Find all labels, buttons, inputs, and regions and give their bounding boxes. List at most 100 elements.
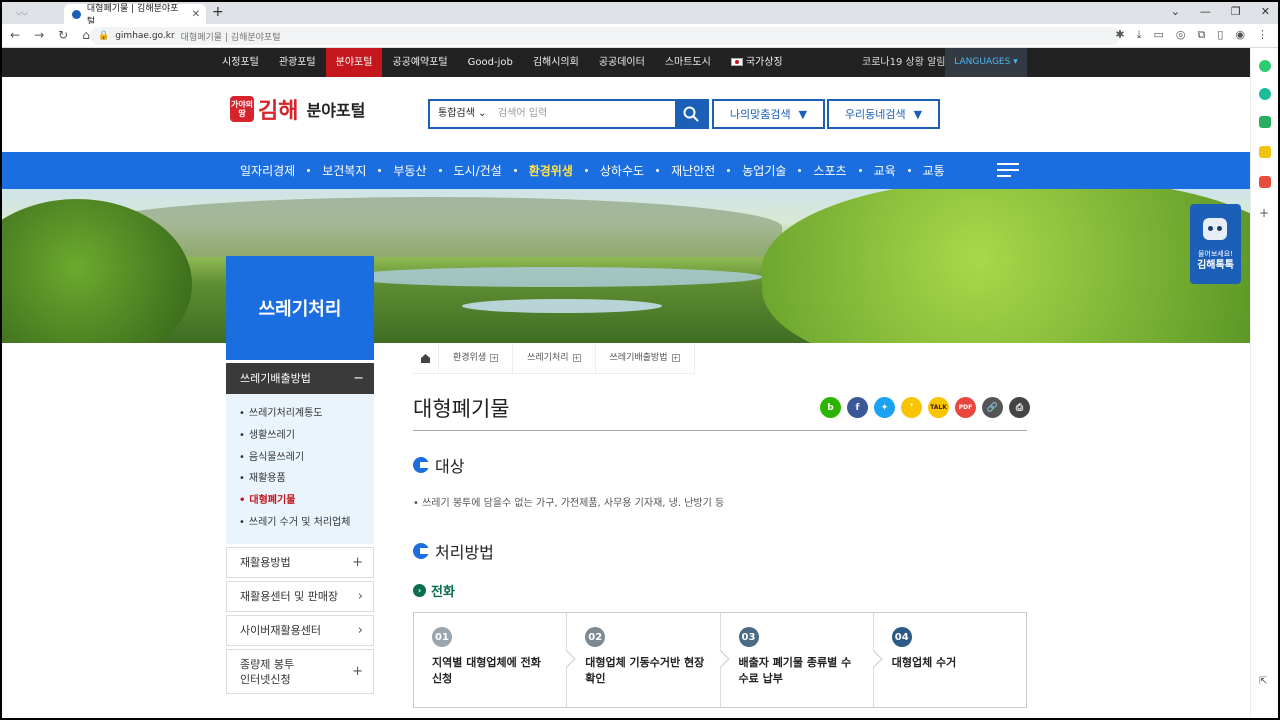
main-menu-item[interactable]: 스포츠 [813,162,846,179]
main-menu-item[interactable]: 상하수도 [600,162,644,179]
logo-city: 김해 [258,99,299,124]
sidebar-toggle-icon[interactable]: ▯ [1217,28,1223,42]
address-bar: ← → ↻ ⌂ 🔒 gimhae.go.kr 대형폐기물 | 김해분야포털 ✱ … [2,24,1278,48]
languages-dropdown[interactable]: LANGUAGES ▾ [945,48,1027,77]
blog-share-icon[interactable]: b [820,397,841,418]
kakaotalk-share-icon[interactable]: TALK [928,397,949,418]
search-scope-select[interactable]: 통합검색 ⌄ [430,101,498,127]
process-steps: 01 지역별 대형업체에 전화 신청 02 대형업체 기동수거반 현장 확인 03 배출자… [413,612,1027,708]
main-menu-item[interactable]: 환경위생 [529,162,573,179]
close-window-button[interactable]: ✕ [1261,5,1270,18]
side-app-icon[interactable] [1259,60,1271,72]
sidebar-subitem[interactable]: 재활용품 [239,469,374,491]
sidebar-item[interactable]: 재활용방법 + [226,547,374,578]
new-tab-button[interactable]: + [212,4,224,20]
sidebar-item[interactable]: 사이버재활용센터 › [226,615,374,646]
pdf-share-icon[interactable]: PDF [955,397,976,418]
topnav-link[interactable]: 스마트도시 [655,48,721,77]
sidebar-subitem[interactable]: 대형폐기물 [239,491,374,513]
side-app-icon[interactable] [1259,146,1271,158]
site-logo[interactable]: 가야의 땅 김해 분야포털 [230,93,365,125]
chevron-right-icon: › [357,589,363,604]
covid-notice-link[interactable]: 코로나19 상황 알림 [862,48,945,77]
main-menu-item[interactable]: 교육 [874,162,896,179]
search-button[interactable] [675,101,707,127]
topnav-link[interactable]: 분야포털 [325,48,383,77]
sidebar-subitem[interactable]: 음식물쓰레기 [239,448,374,470]
breadcrumb-item[interactable]: 쓰레기배출방법 + [596,342,695,374]
section-heading-target: 대상 [413,453,464,477]
topnav-link[interactable]: Good-job [458,48,523,77]
caret-down-icon: ▼ [913,107,923,121]
twitter-share-icon[interactable]: ✦ [874,397,895,418]
sidebar-section-open[interactable]: 쓰레기배출방법 − [226,363,374,394]
breadcrumb-item[interactable]: 쓰레기처리 + [513,342,596,374]
reload-icon[interactable]: ↻ [58,28,68,42]
restore-button[interactable]: ❐ [1231,5,1241,18]
topnav-link[interactable]: 공공데이터 [589,48,655,77]
screenshot-icon[interactable]: ◎ [1176,28,1186,42]
town-search-button[interactable]: 우리동네검색 ▼ [827,99,940,129]
side-add-icon[interactable]: + [1259,206,1271,220]
puzzle-icon[interactable]: ⧉ [1197,28,1205,42]
topnav-link[interactable]: 관광포털 [269,48,326,77]
share-icons: b f ✦ ❜ TALK PDF 🔗 ⎙ [820,397,1030,418]
download-icon[interactable]: ⤓ [1137,28,1142,42]
menu-icon[interactable]: ⋮ [1257,28,1268,42]
back-icon[interactable]: ← [10,28,20,42]
target-description: • 쓰레기 봉투에 담을수 없는 가구, 가전제품, 사무용 기자재, 냉. 난… [413,498,725,509]
side-app-icon[interactable] [1259,88,1271,100]
url-field[interactable]: 🔒 gimhae.go.kr 대형폐기물 | 김해분야포털 [90,27,1120,45]
breadcrumb-item[interactable]: 환경위생 + [439,342,514,374]
expand-icon: + [352,555,363,570]
site-favicon-icon [72,9,81,19]
print-share-icon[interactable]: ⎙ [1009,397,1030,418]
link-share-icon[interactable]: 🔗 [982,397,1003,418]
sub-heading-phone: › 전화 [413,581,455,600]
expand-icon: + [572,353,581,362]
breadcrumb-home-icon[interactable] [413,342,439,374]
chatbot-line1: 물어보세요! [1197,250,1233,258]
sidebar-subitem[interactable]: 쓰레기처리계통도 [239,404,374,426]
main-menu-item[interactable]: 농업기술 [742,162,786,179]
all-menu-icon[interactable] [997,163,1019,181]
bird-decoration-icon: 〰 [16,7,29,21]
extension-icon[interactable]: ✱ [1115,28,1124,42]
main-menu-item[interactable]: 교통 [923,162,945,179]
main-menu-item[interactable]: 부동산 [393,162,426,179]
tab-close-icon[interactable]: ✕ [192,9,200,20]
custom-search-button[interactable]: 나의맞춤검색 ▼ [712,99,825,129]
chatbot-button[interactable]: 물어보세요! 김해톡톡 [1190,204,1241,284]
sidebar-subitem[interactable]: 쓰레기 수거 및 처리업체 [239,513,374,535]
home-icon[interactable]: ⌂ [82,28,90,42]
sidebar-submenu: 쓰레기처리계통도생활쓰레기음식물쓰레기재활용품대형폐기물쓰레기 수거 및 처리업… [226,394,374,544]
side-app-icon[interactable] [1259,176,1271,188]
browser-window: 〰 대형폐기물 | 김해분야포털 ✕ + ⌄ — ❐ ✕ ← → ↻ ⌂ 🔒 g… [0,0,1280,720]
main-menu-item[interactable]: 도시/건설 [454,162,502,179]
browser-tab[interactable]: 대형폐기물 | 김해분야포털 ✕ [64,4,206,27]
step-text: 지역별 대형업체에 전화 신청 [432,656,541,685]
forward-icon[interactable]: → [34,28,44,42]
cast-icon[interactable]: ▭ [1153,28,1163,42]
minimize-button[interactable]: — [1200,5,1211,18]
sidebar-item[interactable]: 재활용센터 및 판매장 › [226,581,374,612]
main-menu-item[interactable]: 재난안전 [671,162,715,179]
side-app-icon[interactable] [1259,116,1271,128]
search-input[interactable]: 검색어 입력 [498,101,675,127]
sidebar-item[interactable]: 종량제 봉투 인터넷신청 + [226,649,374,694]
robot-icon [1203,218,1227,240]
sidebar-subitem[interactable]: 생활쓰레기 [239,426,374,448]
facebook-share-icon[interactable]: f [847,397,868,418]
main-menu-item[interactable]: 일자리경제 [240,162,295,179]
profile-icon[interactable]: ◉ [1235,28,1245,42]
side-external-icon[interactable]: ⇱ [1259,676,1271,688]
breadcrumb: 환경위생 + 쓰레기처리 + 쓰레기배출방법 + [413,342,695,374]
kakaostory-share-icon[interactable]: ❜ [901,397,922,418]
topnav-link[interactable]: 공공예약포털 [382,48,457,77]
step-text: 배출자 폐기물 종류별 수수료 납부 [738,656,852,685]
topnav-link[interactable]: 시정포털 [212,48,269,77]
tab-search-icon[interactable]: ⌄ [1171,5,1180,18]
main-menu-item[interactable]: 보건복지 [322,162,366,179]
topnav-link[interactable]: 김해시의회 [523,48,589,77]
topnav-link[interactable]: 국가상징 [721,48,793,77]
